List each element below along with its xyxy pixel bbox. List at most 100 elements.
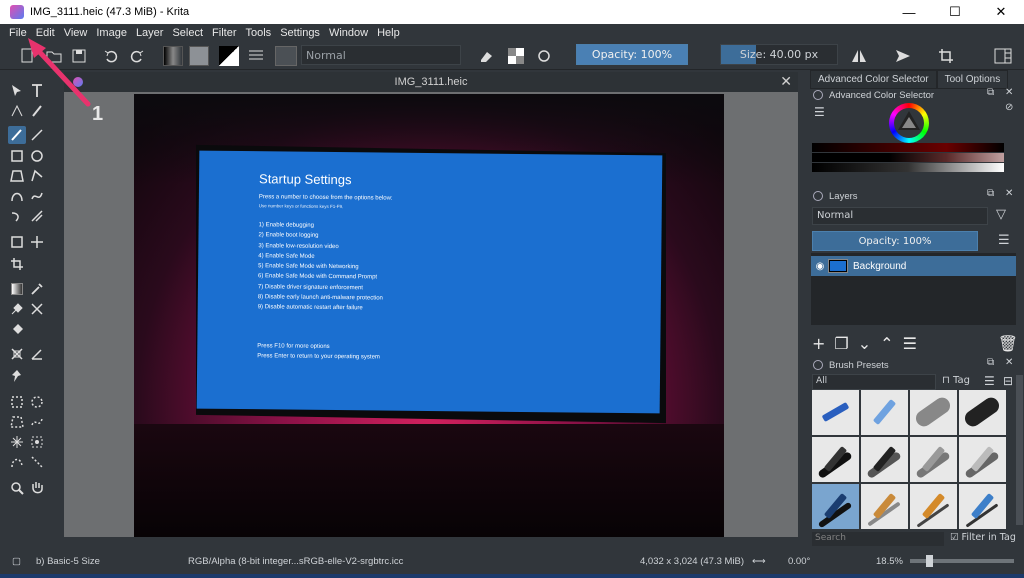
rotation-status[interactable]: 0.00° (788, 556, 810, 567)
float-layers-icon[interactable]: ⧉ (987, 188, 994, 199)
document-tab[interactable]: IMG_3111.heic ✕ (64, 72, 798, 92)
rectangle-tool-icon[interactable] (8, 147, 26, 165)
redo-icon[interactable] (130, 45, 144, 67)
new-document-icon[interactable] (20, 45, 34, 67)
shade-selector-row[interactable] (812, 143, 1004, 152)
freehand-brush-tool-icon[interactable] (8, 126, 26, 144)
brush-preset-settings-icon[interactable]: ⊟ (1003, 374, 1013, 388)
move-layer-down-icon[interactable]: ⌄ (858, 334, 871, 353)
dynamic-brush-tool-icon[interactable] (8, 207, 26, 225)
menu-select[interactable]: Select (172, 27, 203, 39)
transform-tool-icon[interactable] (8, 233, 26, 251)
color-picker-tool-icon[interactable] (28, 280, 46, 298)
magnetic-selection-tool-icon[interactable] (28, 453, 46, 471)
brush-preset-tile[interactable] (861, 484, 908, 529)
gradient-tool-icon[interactable] (8, 280, 26, 298)
brush-search-input[interactable]: Search (812, 532, 944, 546)
elliptical-selection-tool-icon[interactable] (28, 393, 46, 411)
float-brush-presets-icon[interactable]: ⧉ (987, 357, 994, 368)
brush-preset-tile[interactable] (861, 390, 908, 435)
assistant-tool-icon[interactable] (8, 345, 26, 363)
brush-preset-tile[interactable] (910, 484, 957, 529)
reset-color-icon[interactable]: ⊘ (1005, 102, 1013, 113)
reference-images-tool-icon[interactable] (8, 367, 26, 385)
undo-icon[interactable] (104, 45, 118, 67)
calligraphy-tool-icon[interactable] (28, 102, 46, 120)
color-swatch-icon[interactable] (218, 45, 240, 67)
brush-preset-icon[interactable] (274, 45, 298, 67)
minimize-button[interactable]: — (886, 0, 932, 24)
edit-shapes-tool-icon[interactable] (8, 102, 26, 120)
visibility-eye-icon[interactable]: ◉ (811, 261, 829, 272)
workspace-icon[interactable] (994, 45, 1012, 67)
delete-layer-icon[interactable]: 🗑 (998, 334, 1018, 353)
canvas-image[interactable]: Startup Settings Press a number to choos… (134, 94, 724, 537)
maximize-button[interactable]: ☐ (932, 0, 978, 24)
bezier-curve-tool-icon[interactable] (8, 187, 26, 205)
brush-preset-tile[interactable] (910, 390, 957, 435)
freehand-selection-tool-icon[interactable] (28, 413, 46, 431)
ellipse-tool-icon[interactable] (28, 147, 46, 165)
text-tool-icon[interactable] (28, 82, 46, 100)
filter-in-tag-checkbox[interactable]: ☑ Filter in Tag (950, 532, 1016, 543)
layer-row-background[interactable]: ◉ Background (811, 256, 1016, 276)
brush-preset-tile[interactable] (812, 390, 859, 435)
crop-tool-icon[interactable] (8, 255, 26, 273)
layer-properties-icon[interactable]: ☰ (903, 334, 917, 353)
bezier-selection-tool-icon[interactable] (8, 453, 26, 471)
polyline-tool-icon[interactable] (28, 167, 46, 185)
color-settings-icon[interactable]: ☰ (814, 105, 825, 119)
similar-color-selection-tool-icon[interactable] (28, 433, 46, 451)
polygon-tool-icon[interactable] (8, 167, 26, 185)
smart-patch-tool-icon[interactable] (28, 300, 46, 318)
menu-help[interactable]: Help (377, 27, 400, 39)
duplicate-layer-icon[interactable]: ❐ (834, 334, 848, 353)
menu-window[interactable]: Window (329, 27, 368, 39)
close-document-icon[interactable]: ✕ (780, 73, 792, 90)
zoom-slider-handle[interactable] (926, 555, 933, 567)
crop-icon[interactable] (938, 45, 954, 67)
brush-filter-dropdown[interactable]: All (812, 374, 936, 390)
shade-selector-row[interactable] (812, 163, 1004, 172)
rectangular-selection-tool-icon[interactable] (8, 393, 26, 411)
brush-preset-tile[interactable] (812, 437, 859, 482)
close-layers-icon[interactable]: ✕ (1005, 188, 1013, 199)
layer-filter-icon[interactable]: ▽ (996, 207, 1006, 222)
mirror-horizontal-icon[interactable] (850, 45, 868, 67)
move-layer-up-icon[interactable]: ⌃ (880, 334, 893, 353)
float-docker-icon[interactable]: ⧉ (987, 87, 994, 98)
layer-options-icon[interactable]: ☰ (998, 233, 1010, 248)
hue-ring-selector[interactable] (889, 103, 929, 143)
alpha-lock-icon[interactable] (506, 45, 526, 67)
menu-settings[interactable]: Settings (280, 27, 320, 39)
brush-view-options-icon[interactable]: ☰ (984, 374, 995, 388)
brush-preset-tile[interactable] (959, 390, 1006, 435)
brush-presets-scrollbar[interactable] (1016, 375, 1023, 525)
tab-tool-options[interactable]: Tool Options (936, 70, 1009, 89)
shade-selector-row[interactable] (812, 153, 1004, 162)
brush-size-slider[interactable]: Size: 40.00 px (720, 44, 838, 65)
brush-settings-icon[interactable] (248, 45, 264, 67)
multibrush-tool-icon[interactable] (28, 207, 46, 225)
tag-button[interactable]: ⊓ Tag (942, 375, 970, 386)
zoom-tool-icon[interactable] (8, 479, 26, 497)
brush-preset-tile[interactable] (861, 437, 908, 482)
open-document-icon[interactable] (46, 45, 62, 67)
freehand-path-tool-icon[interactable] (28, 187, 46, 205)
pattern-swatch-icon[interactable] (188, 45, 210, 67)
pan-tool-icon[interactable] (28, 479, 46, 497)
layer-opacity-slider[interactable]: Opacity: 100% (812, 231, 978, 251)
menu-edit[interactable]: Edit (36, 27, 55, 39)
blend-mode-dropdown[interactable]: Normal (301, 45, 461, 65)
layer-blend-mode-dropdown[interactable]: Normal (812, 207, 988, 225)
line-tool-icon[interactable] (28, 126, 46, 144)
close-brush-presets-icon[interactable]: ✕ (1005, 357, 1013, 368)
brush-preset-tile[interactable] (959, 484, 1006, 529)
polygonal-selection-tool-icon[interactable] (8, 413, 26, 431)
fill-tool-icon[interactable] (8, 320, 26, 338)
brush-preset-tile[interactable] (910, 437, 957, 482)
contiguous-selection-tool-icon[interactable] (8, 433, 26, 451)
add-layer-icon[interactable]: + (812, 334, 825, 353)
brush-preset-tile[interactable] (959, 437, 1006, 482)
eraser-icon[interactable] (478, 45, 494, 67)
